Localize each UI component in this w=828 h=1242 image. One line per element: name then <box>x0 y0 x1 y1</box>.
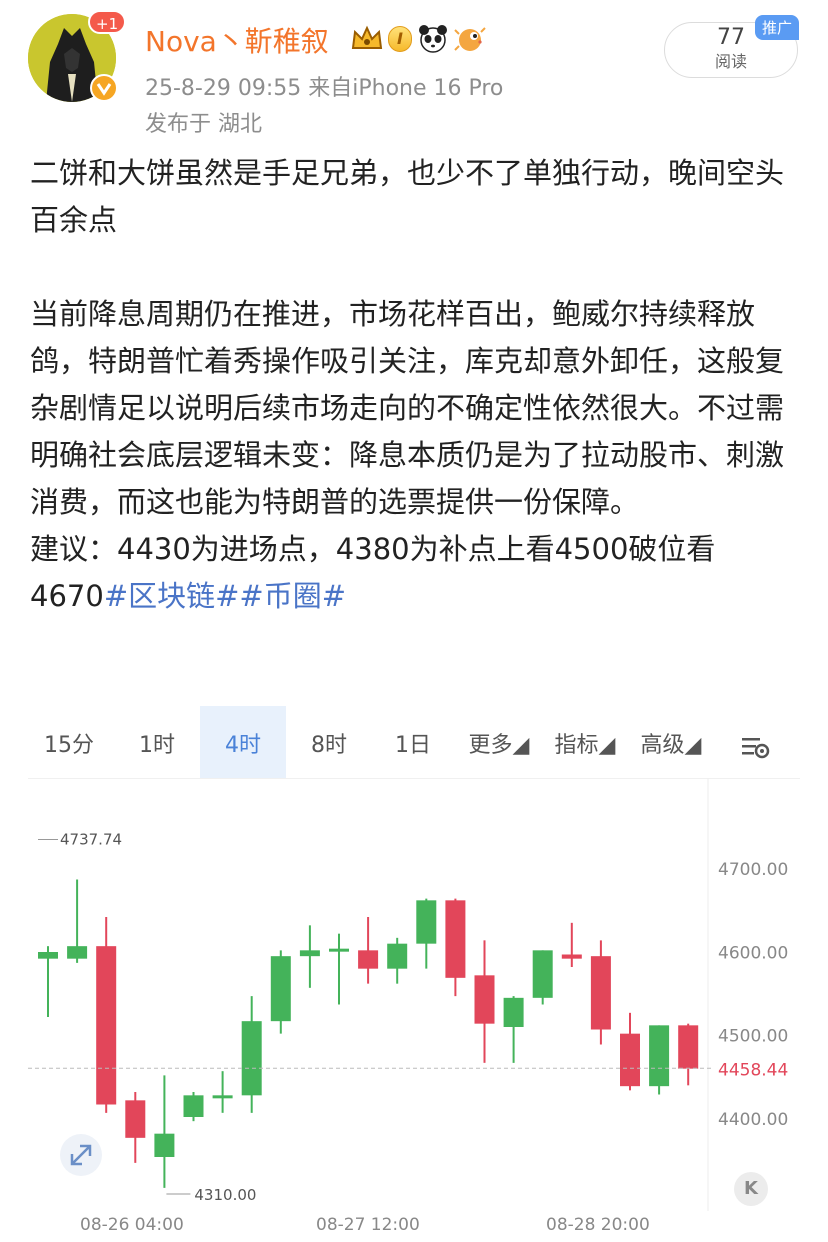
hashtag-blockchain[interactable]: #区块链# <box>104 579 240 613</box>
post-body: 二饼和大饼虽然是手足兄弟，也少不了单独行动，晚间空头百余点 当前降息周期仍在推进… <box>30 150 800 620</box>
hashtag-crypto[interactable]: #币圈# <box>239 579 346 613</box>
post-paragraph-1: 二饼和大饼虽然是手足兄弟，也少不了单独行动，晚间空头百余点 <box>30 156 785 237</box>
username[interactable]: Nova丶靳稚叙 <box>145 20 329 60</box>
candle-body <box>329 948 349 952</box>
candle-body <box>387 943 408 969</box>
candlestick-chart[interactable]: 4700.00 4600.00 4500.00 4400.00 4737.74 4310.… <box>28 706 800 1242</box>
x-tick-label: 08-28 20:00 <box>546 1215 650 1235</box>
candle-body <box>38 952 58 959</box>
kline-mode-button[interactable]: K <box>734 1172 768 1206</box>
candle-body <box>620 1033 640 1087</box>
y-tick-label: 4500.00 <box>718 1027 788 1047</box>
candle-body <box>96 946 117 1105</box>
candle-body <box>358 950 379 969</box>
candle-body <box>270 956 291 1022</box>
candle-body <box>67 946 88 959</box>
crown-icon <box>351 25 383 49</box>
candle-body <box>445 900 466 978</box>
last-price-label: 4458.44 <box>718 1060 788 1080</box>
y-tick-label: 4400.00 <box>718 1110 788 1130</box>
user-badges: I <box>350 22 488 56</box>
verified-icon <box>90 74 118 102</box>
candle-body <box>532 950 553 998</box>
read-count-box[interactable]: 77 阅读 推广 <box>664 15 799 78</box>
pufferfish-icon <box>454 27 486 51</box>
candle-body <box>561 954 582 959</box>
post-location: 发布于 湖北 <box>145 112 262 137</box>
x-tick-label: 08-26 04:00 <box>80 1215 184 1235</box>
expand-icon <box>70 1144 92 1166</box>
candle-body <box>590 956 611 1030</box>
candle-body <box>212 1095 233 1099</box>
candle-body <box>649 1025 670 1087</box>
high-price-label: 4737.74 <box>60 831 122 849</box>
low-price-label: 4310.00 <box>194 1186 256 1204</box>
avatar-plus-one-badge: +1 <box>88 10 127 34</box>
expand-chart-button[interactable] <box>60 1134 102 1176</box>
candle-body <box>299 950 320 957</box>
candle-body <box>474 975 495 1024</box>
candle-body <box>678 1025 699 1069</box>
candle-body <box>183 1095 204 1117</box>
chart-card[interactable]: 15分 1时 4时 8时 1日 更多◢ 指标◢ 高级◢ 4700.00 4600.… <box>28 706 800 1242</box>
candle-body <box>241 1021 262 1096</box>
promo-tag: 推广 <box>754 15 799 40</box>
candle-body <box>125 1100 146 1138</box>
candle-body <box>416 900 437 944</box>
y-tick-label: 4600.00 <box>718 943 788 963</box>
post-paragraph-3: 建议：4430为进场点，4380为补点上看4500破位看4670#区块链##币圈… <box>30 526 800 620</box>
candle-body <box>154 1133 175 1157</box>
post-timestamp-source: 25-8-29 09:55 来自iPhone 16 Pro <box>145 76 504 101</box>
panda-icon <box>418 25 447 53</box>
post-paragraph-2: 当前降息周期仍在推进，市场花样百出，鲍威尔持续释放鸽，特朗普忙着秀操作吸引关注，… <box>30 297 785 519</box>
y-tick-label: 4700.00 <box>718 860 788 880</box>
level-badge: I <box>388 26 412 52</box>
read-label: 阅读 <box>714 52 747 71</box>
x-tick-label: 08-27 12:00 <box>316 1215 420 1235</box>
candle-body <box>503 997 524 1027</box>
